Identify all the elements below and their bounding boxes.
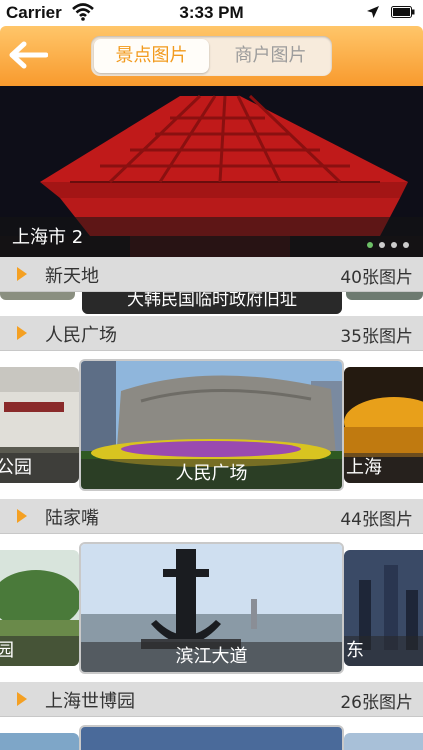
section-photo-strip: 大韩民国临时政府旧址 — [0, 292, 423, 316]
photo-tile[interactable] — [0, 733, 79, 750]
section-header-expo-park[interactable]: 上海世博园 26张图片 — [0, 682, 423, 717]
section-header-xintiandi[interactable]: 新天地 40张图片 — [0, 257, 423, 292]
photo-label: 上海 — [344, 453, 423, 483]
page-indicator[interactable] — [361, 233, 409, 252]
banner-caption-bar: 上海市 2 — [0, 217, 423, 257]
section-header-people-square[interactable]: 人民广场 35张图片 — [0, 316, 423, 351]
photo-tile[interactable] — [344, 733, 423, 750]
section-name: 上海世博园 — [45, 691, 135, 712]
photo-tile[interactable]: 东 — [344, 550, 423, 666]
page-dot — [391, 242, 397, 248]
back-arrow-icon[interactable] — [8, 40, 48, 70]
page-dot — [403, 242, 409, 248]
expand-arrow-icon — [17, 267, 27, 281]
location-arrow-icon — [367, 6, 379, 18]
photo-tile[interactable]: 上海 — [344, 367, 423, 483]
photo-label: 人民广场 — [81, 459, 342, 489]
photo-tile[interactable] — [79, 725, 344, 750]
expand-arrow-icon — [17, 509, 27, 523]
photo-tile[interactable]: 园 — [0, 550, 79, 666]
expand-arrow-icon — [17, 692, 27, 706]
category-segmented-control: 景点图片 商户图片 — [91, 36, 332, 76]
photo-label: 东 — [344, 636, 423, 666]
photo-label: 园 — [0, 636, 79, 666]
banner-caption: 上海市 2 — [12, 227, 84, 248]
photo-tile[interactable] — [346, 292, 423, 300]
photo-count: 26张图片 — [340, 693, 413, 713]
section-name: 陆家嘴 — [45, 508, 99, 529]
navigation-bar: 景点图片 商户图片 — [0, 26, 423, 86]
photo-count: 44张图片 — [340, 510, 413, 530]
tab-merchant-photos[interactable]: 商户图片 — [213, 39, 328, 73]
photo-count: 40张图片 — [340, 268, 413, 288]
page-dot — [379, 242, 385, 248]
section-header-lujiazui[interactable]: 陆家嘴 44张图片 — [0, 499, 423, 534]
battery-icon — [391, 6, 415, 18]
photo-tile[interactable]: 人民广场 — [79, 359, 344, 491]
section-name: 人民广场 — [45, 325, 117, 346]
section-photo-strip — [0, 717, 423, 750]
photo-label: 公园 — [0, 453, 79, 483]
banner-carousel[interactable]: 上海市 2 — [0, 86, 423, 257]
photo-label: 大韩民国临时政府旧址 — [82, 292, 342, 314]
section-photo-strip: 园 滨江大道 东 — [0, 534, 423, 682]
photo-tile[interactable]: 大韩民国临时政府旧址 — [82, 292, 342, 314]
status-bar: Carrier 3:33 PM — [0, 0, 423, 26]
photo-label: 滨江大道 — [81, 642, 342, 672]
photo-tile[interactable]: 公园 — [0, 367, 79, 483]
expand-arrow-icon — [17, 326, 27, 340]
tab-scenic-photos[interactable]: 景点图片 — [94, 39, 209, 73]
photo-tile[interactable]: 滨江大道 — [79, 542, 344, 674]
photo-count: 35张图片 — [340, 327, 413, 347]
page-dot — [367, 242, 373, 248]
section-photo-strip: 公园 人民广场 上海 — [0, 351, 423, 499]
clock: 3:33 PM — [179, 3, 244, 22]
photo-tile[interactable] — [0, 292, 75, 300]
section-name: 新天地 — [45, 266, 99, 287]
